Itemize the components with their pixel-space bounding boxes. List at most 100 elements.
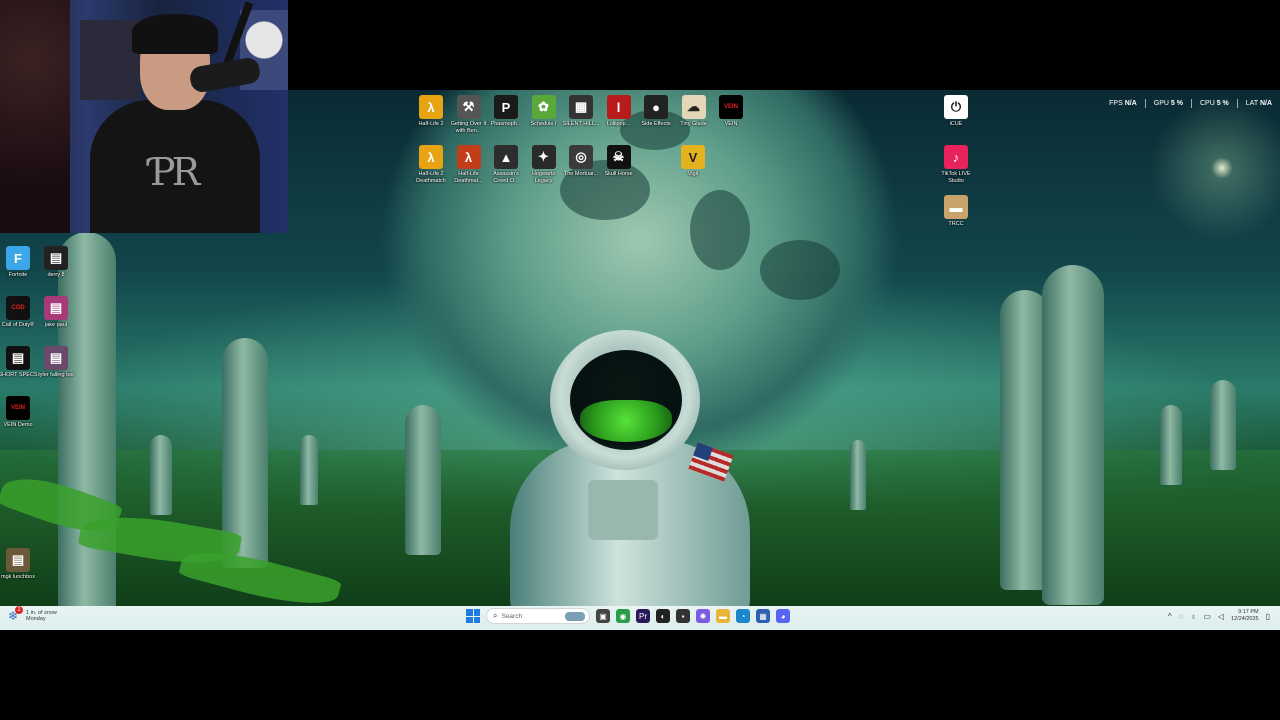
microphone-icon[interactable]: ♁ [1190, 612, 1196, 621]
desktop-shortcut[interactable]: V Vigil [673, 145, 713, 178]
desktop-shortcut[interactable]: ▤ jake paul [36, 296, 76, 329]
cactus [850, 440, 866, 510]
fortnite-icon: F [6, 246, 30, 270]
desktop-shortcut[interactable]: l Lollipop... [599, 95, 639, 128]
desktop-shortcut[interactable]: COD Call of Duty® [0, 296, 38, 329]
cactus [1210, 380, 1236, 470]
cactus [405, 405, 441, 555]
desktop-shortcut[interactable]: ⏻ iCUE [936, 95, 976, 128]
desktop-shortcut[interactable]: ◎ The Mortuar... [561, 145, 601, 178]
video-file-icon: ▤ [44, 346, 68, 370]
vein-demo-icon: VEIN [6, 396, 30, 420]
windows-logo-pane [466, 616, 473, 623]
desktop-shortcut[interactable]: ▤ derry 8 [36, 246, 76, 279]
shortcut-label: mgk lunchbox [1, 574, 35, 580]
desktop-shortcut[interactable]: ♪ TikTok LIVE Studio [936, 145, 976, 184]
video-file-icon: ▤ [6, 548, 30, 572]
assassins-creed-icon: ▲ [494, 145, 518, 169]
hammer-icon: ⚒ [456, 95, 481, 119]
desktop-shortcut[interactable]: λ Half-Life 2 [411, 95, 451, 128]
network-icon[interactable]: ◌ [1179, 612, 1184, 621]
desktop-shortcut[interactable]: ⚒ Getting Over It with Ben... [449, 95, 489, 134]
search-placeholder: Search [501, 612, 523, 620]
fps-stat: FPS N/A [1109, 100, 1137, 107]
hogwarts-legacy-icon: ✦ [531, 145, 556, 169]
desktop-shortcut[interactable]: VEIN VEIN [711, 95, 751, 128]
shortcut-label: Call of Duty® [1, 322, 35, 328]
volume-icon[interactable]: ◁ [1218, 612, 1224, 621]
chevron-up-icon[interactable]: ^ [1168, 612, 1172, 621]
desktop-shortcut[interactable]: ✦ Hogwarts Legacy [524, 145, 564, 184]
chrome-icon[interactable]: ◉ [616, 609, 630, 623]
shortcut-label: Vigil [687, 171, 699, 177]
schedule-one-icon: ✿ [531, 95, 556, 119]
desktop-shortcut[interactable]: F Fortnite [0, 246, 38, 279]
shortcut-label: derry 8 [47, 272, 65, 278]
copilot-icon[interactable]: ✺ [696, 609, 710, 623]
file-explorer-icon[interactable]: ▣ [596, 609, 610, 623]
shortcut-label: Fortnite [8, 272, 28, 278]
desktop-shortcut[interactable]: ▤ SHORT SPECS [0, 346, 38, 379]
shirt-graphic: ƤR [150, 150, 200, 194]
desktop-shortcut[interactable]: VEIN VEIN Demo [0, 396, 38, 429]
discord-icon[interactable]: ◕ [776, 609, 790, 623]
half-life-icon: λ [419, 95, 443, 119]
stat-divider [1236, 99, 1238, 108]
call-of-duty-icon: COD [6, 296, 30, 320]
video-file-icon: ▤ [44, 246, 68, 270]
shortcut-label: VEIN Demo [3, 422, 33, 428]
shortcut-label: Half-Life 2 Deathmatch [416, 171, 446, 184]
moon-crater [690, 190, 750, 270]
obs-icon[interactable]: ◐ [656, 609, 670, 623]
notification-icon[interactable]: ▯ [1266, 612, 1270, 621]
lollipop-icon: l [606, 95, 631, 119]
video-file-icon: ▤ [44, 296, 68, 320]
cpu-stat: CPU 5 % [1199, 100, 1229, 107]
vigil-icon: V [681, 145, 705, 169]
tiktok-live-studio-icon: ♪ [944, 145, 968, 169]
clock-time: 9:17 PM [1238, 609, 1259, 615]
desktop-shortcut[interactable]: λ Half-Life 2 Deathmatch [411, 145, 451, 184]
icue-icon: ⏻ [944, 95, 968, 119]
app-icon[interactable]: ▪ [676, 609, 690, 623]
weather-widget[interactable]: ❄ 2 1 in. of snow Monday [8, 606, 57, 623]
edge-icon[interactable]: ◔ [736, 609, 750, 623]
settings-app-icon[interactable]: ▦ [756, 609, 770, 623]
vein-icon: VEIN [719, 95, 743, 119]
desktop-shortcut[interactable]: ▦ SILENT HILL... [561, 95, 601, 128]
shortcut-label: Half-Life 2 [418, 121, 444, 127]
desktop-shortcut[interactable]: ☠ Skull Horse [599, 145, 639, 178]
side-effects-icon: ● [644, 95, 668, 119]
shortcut-label: TRCC [948, 221, 964, 227]
weather-text: 1 in. of snow Monday [26, 610, 57, 622]
clock[interactable]: 9:17 PM 12/24/2025 [1231, 609, 1259, 623]
premiere-icon[interactable]: Pr [636, 609, 650, 623]
skull-horse-icon: ☠ [606, 145, 631, 169]
taskbar: ❄ 2 1 in. of snow Monday ⌕ Search ▣ ◉ Pr ◐ ▪ ✺… [0, 606, 1280, 630]
chest-control-box [588, 480, 658, 540]
start-button[interactable] [466, 609, 480, 623]
desktop-shortcut[interactable]: ▲ Assassin's Creed O... [486, 145, 526, 184]
mortuary-icon: ◎ [569, 145, 593, 169]
desktop-shortcut[interactable]: P Phasmoph... [486, 95, 526, 128]
display-icon[interactable]: ▭ [1203, 612, 1211, 621]
desktop-shortcut[interactable]: ☁ Tiny Glade [674, 95, 714, 128]
half-life-deathmatch-icon: λ [419, 145, 443, 169]
desktop-shortcut[interactable]: λ Half-Life Deathmat... [449, 145, 489, 184]
half-life-deathmatch-red-icon: λ [456, 145, 481, 169]
cactus [150, 435, 172, 515]
desktop-shortcut[interactable]: ● Side Effects [636, 95, 676, 128]
shortcut-label: jake paul [44, 322, 68, 328]
shortcut-label: SHORT SPECS [0, 372, 38, 378]
shortcut-label: Tiny Glade [680, 121, 707, 127]
desktop-shortcut[interactable]: ▬ TRCC [936, 195, 976, 228]
visor-plant [580, 400, 672, 442]
windows-logo-pane [473, 609, 480, 616]
shortcut-label: Half-Life Deathmat... [454, 171, 483, 184]
folder-icon[interactable]: ▬ [716, 609, 730, 623]
desktop-shortcut[interactable]: ▤ tyler falling too [36, 346, 76, 379]
desktop-shortcut[interactable]: ▤ mgk lunchbox [0, 548, 38, 581]
desktop-shortcut[interactable]: ✿ Schedule I [524, 95, 564, 128]
taskbar-search[interactable]: ⌕ Search [486, 608, 590, 624]
windows-logo-pane [466, 609, 473, 616]
